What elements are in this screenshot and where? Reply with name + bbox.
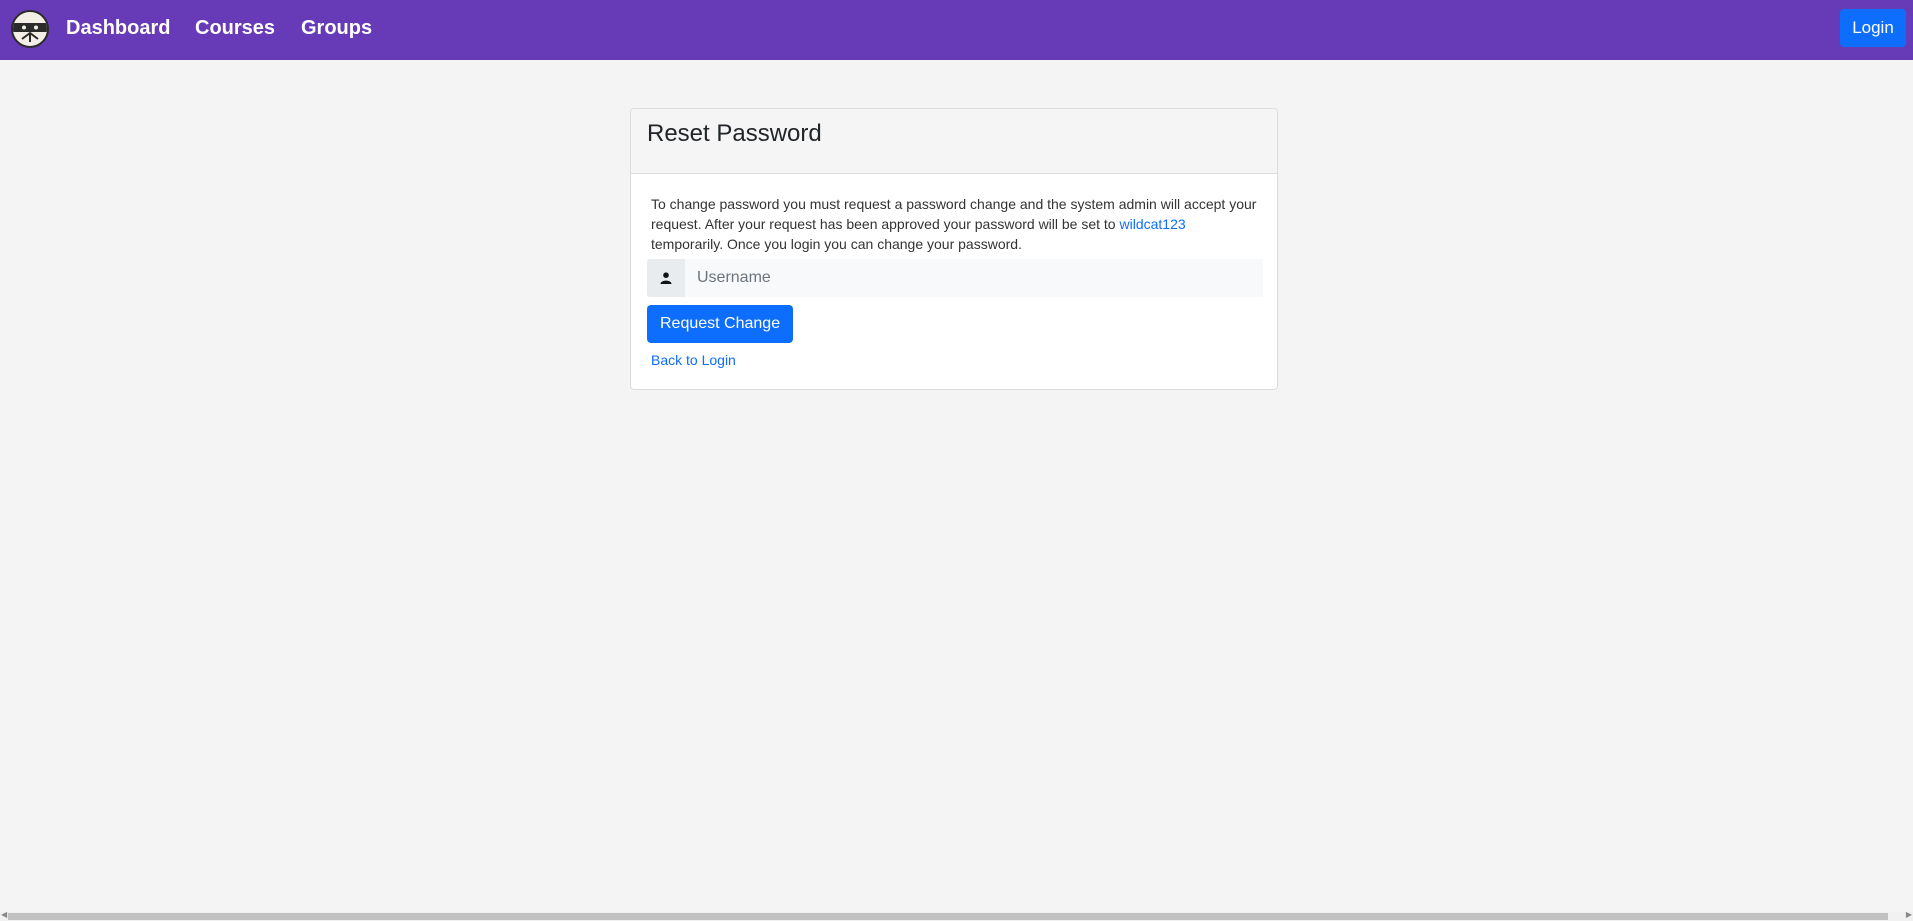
temp-password-link[interactable]: wildcat123 — [1120, 216, 1186, 232]
request-change-button[interactable]: Request Change — [647, 305, 794, 343]
scrollbar-thumb[interactable] — [8, 913, 1888, 920]
nav-dashboard[interactable]: Dashboard — [66, 16, 170, 40]
username-input-group — [647, 259, 1263, 297]
card-header: Reset Password — [631, 109, 1277, 174]
scroll-right-icon[interactable]: ▶ — [1906, 910, 1912, 920]
nav-courses[interactable]: Courses — [195, 16, 275, 40]
nav-groups[interactable]: Groups — [301, 16, 372, 40]
user-icon — [647, 259, 685, 297]
card-title: Reset Password — [647, 120, 822, 147]
reset-password-card: Reset Password To change password you mu… — [630, 108, 1278, 390]
horizontal-scrollbar[interactable]: ◀ ▶ — [0, 910, 1913, 921]
login-button[interactable]: Login — [1840, 9, 1906, 47]
top-navbar: Dashboard Courses Groups Login — [0, 0, 1913, 60]
ninja-logo-icon[interactable] — [11, 10, 49, 48]
info-text: To change password you must request a pa… — [651, 194, 1257, 254]
card-body: To change password you must request a pa… — [631, 174, 1277, 386]
back-to-login-link[interactable]: Back to Login — [651, 352, 736, 368]
info-suffix: temporarily. Once you login you can chan… — [651, 236, 1022, 252]
username-input[interactable] — [685, 259, 1263, 297]
scroll-left-icon[interactable]: ◀ — [1, 910, 7, 920]
